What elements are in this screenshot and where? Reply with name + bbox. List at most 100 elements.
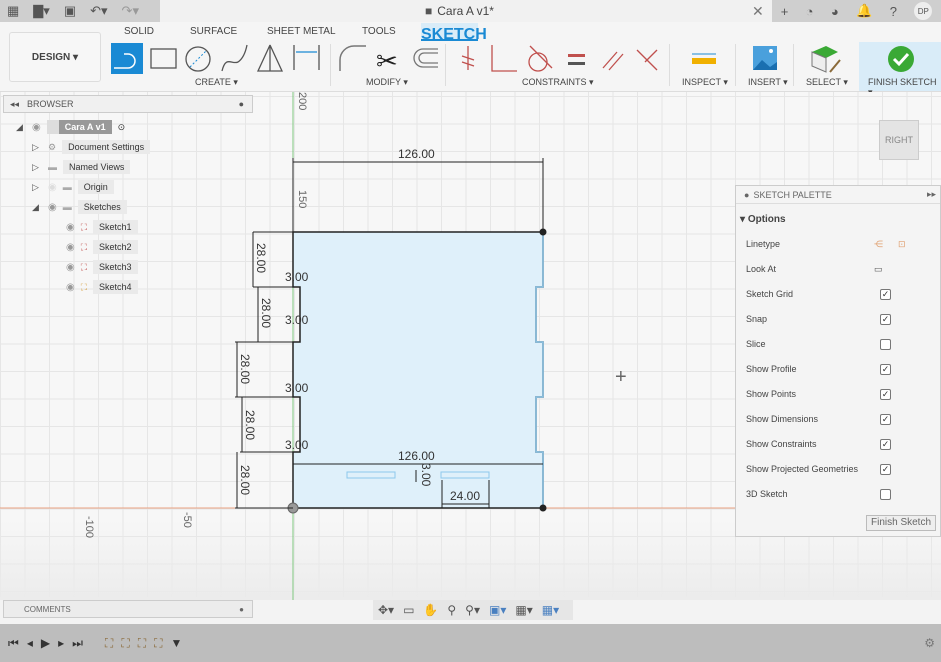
comments-panel[interactable]: COMMENTS ● (3, 600, 253, 618)
linetype-row: Linetype ⋲ ⊡ (746, 237, 936, 251)
option-checkbox[interactable] (880, 488, 891, 500)
grid-settings-icon[interactable]: ▦▾ (515, 603, 532, 617)
palette-header: ● SKETCH PALETTE ▸▸ (736, 186, 940, 204)
expand-icon[interactable]: ▷ (32, 162, 42, 173)
timeline-sketch-icon[interactable]: ⛶ (105, 636, 113, 651)
display-settings-icon[interactable]: ▣▾ (489, 603, 506, 617)
expanded-icon[interactable]: ◢ (16, 122, 26, 133)
option-checkbox[interactable]: ✓ (880, 313, 891, 325)
eye-icon[interactable]: ◉ (66, 282, 75, 293)
ruler-label: -100 (83, 516, 95, 539)
expand-icon[interactable]: ▷ (32, 142, 42, 153)
browser-item-sketch4[interactable]: ◉ ⛶ Sketch4 (66, 279, 138, 295)
construction-line-icon[interactable]: ⋲ (874, 239, 883, 250)
finish-sketch-palette-button[interactable]: Finish Sketch (866, 515, 936, 531)
sketch-point[interactable] (539, 504, 547, 512)
navigation-bar: ✥▾ ▭ ✋ ⚲ ⚲▾ ▣▾ ▦▾ ▦▾ (373, 600, 573, 620)
dimension-notch3[interactable]: 3.00 (285, 381, 308, 395)
dimension-seg4[interactable]: 28.00 (243, 410, 257, 440)
sketch-locked-icon: ⛶ (80, 221, 88, 232)
expand-panel-icon[interactable]: ▸▸ (927, 189, 936, 200)
browser-item-document-settings[interactable]: ▷ ⚙ Document Settings (32, 139, 151, 155)
collapse-icon[interactable]: ◂◂ (10, 99, 19, 110)
pan-icon[interactable]: ✋ (423, 603, 438, 617)
option-row: Show Profile ✓ (746, 362, 936, 376)
view-cube[interactable]: RIGHT (879, 120, 919, 160)
eye-icon[interactable]: ◉ (66, 222, 75, 233)
dimension-slot-width[interactable]: 24.00 (450, 489, 480, 503)
sketch-profile[interactable] (292, 231, 544, 509)
orbit-icon[interactable]: ✥▾ (378, 603, 394, 617)
dimension-seg3[interactable]: 28.00 (238, 354, 252, 384)
fit-icon[interactable]: ⚲▾ (465, 603, 480, 617)
pin-icon[interactable]: ● (744, 190, 749, 200)
option-label: Show Projected Geometries (746, 464, 859, 474)
browser-item-sketch1[interactable]: ◉ ⛶ Sketch1 (66, 219, 138, 235)
option-checkbox[interactable]: ✓ (880, 363, 891, 375)
folder-icon: ▬ (48, 162, 57, 172)
dimension-seg5[interactable]: 28.00 (238, 465, 252, 495)
look-at-icon[interactable]: ▭ (874, 264, 883, 275)
step-forward-icon[interactable]: ▸ (58, 636, 64, 650)
option-checkbox[interactable]: ✓ (880, 463, 891, 475)
gear-icon: ⚙ (48, 141, 57, 152)
dimension-slot-height[interactable]: 3.00 (419, 463, 433, 486)
browser-item-sketch2[interactable]: ◉ ⛶ Sketch2 (66, 239, 138, 255)
dimension-seg2[interactable]: 28.00 (259, 298, 273, 328)
option-checkbox[interactable] (880, 338, 891, 350)
browser-item-origin[interactable]: ▷ ◉ ▬ Origin (32, 179, 114, 195)
dimension-inner-width[interactable]: 126.00 (398, 449, 435, 463)
expanded-icon[interactable]: ◢ (32, 202, 42, 213)
browser-item-named-views[interactable]: ▷ ▬ Named Views (32, 159, 131, 175)
ruler-label: 200 (296, 92, 308, 111)
option-row: Sketch Grid ✓ (746, 287, 936, 301)
go-to-end-icon[interactable]: ⏭ (72, 636, 83, 651)
dimension-seg1[interactable]: 28.00 (254, 243, 268, 273)
option-label: Show Profile (746, 364, 797, 374)
eye-hidden-icon[interactable]: ◉ (48, 182, 57, 193)
item-label: Sketches (77, 200, 127, 214)
go-to-start-icon[interactable]: ⏮ (8, 636, 19, 651)
zoom-icon[interactable]: ⚲ (447, 603, 456, 617)
item-label: Sketch3 (93, 260, 138, 274)
option-checkbox[interactable]: ✓ (880, 413, 891, 425)
option-row: Slice (746, 337, 936, 351)
active-radio-icon[interactable]: ⊙ (118, 122, 126, 133)
look-at-row: Look At ▭ (746, 262, 936, 276)
dimension-notch4[interactable]: 3.00 (285, 438, 308, 452)
options-section[interactable]: ▾ Options (740, 212, 930, 226)
eye-icon[interactable]: ◉ (48, 202, 57, 213)
section-label: Options (747, 213, 786, 225)
browser-root[interactable]: ◢ ◉ Cara A v1 ⊙ (16, 119, 125, 135)
look-at-icon[interactable]: ▭ (403, 603, 414, 617)
eye-icon[interactable]: ◉ (66, 262, 75, 273)
browser-item-sketches[interactable]: ◢ ◉ ▬ Sketches (32, 199, 127, 215)
dimension-notch2[interactable]: 3.00 (285, 313, 308, 327)
centerline-icon[interactable]: ⊡ (898, 239, 906, 250)
add-comment-icon[interactable]: ● (239, 605, 244, 614)
browser-item-sketch3[interactable]: ◉ ⛶ Sketch3 (66, 259, 138, 275)
eye-icon[interactable]: ◉ (32, 122, 41, 133)
browser-panel-header[interactable]: ◂◂ BROWSER ● (3, 95, 253, 113)
dimension-top-width[interactable]: 126.00 (398, 147, 435, 161)
option-checkbox[interactable]: ✓ (880, 388, 891, 400)
play-icon[interactable]: ▶ (41, 636, 50, 650)
settings-gear-icon[interactable]: ⚙ (924, 636, 935, 650)
option-checkbox[interactable]: ✓ (880, 288, 891, 300)
row-label: Linetype (746, 239, 781, 249)
timeline-sketch-icon[interactable]: ⛶ (138, 636, 146, 651)
option-checkbox[interactable]: ✓ (880, 438, 891, 450)
timeline-sketch-icon[interactable]: ⛶ (154, 636, 162, 651)
option-row: Show Points ✓ (746, 387, 936, 401)
timeline-sketch-icon[interactable]: ⛶ (121, 636, 129, 651)
dimension-notch1[interactable]: 3.00 (285, 270, 308, 284)
eye-icon[interactable]: ◉ (66, 242, 75, 253)
pin-icon[interactable]: ● (239, 99, 244, 109)
option-label: Slice (746, 339, 766, 349)
palette-title: SKETCH PALETTE (753, 189, 832, 200)
option-row: Show Constraints ✓ (746, 437, 936, 451)
viewports-icon[interactable]: ▦▾ (542, 603, 559, 617)
timeline-marker[interactable]: ▼ (171, 636, 183, 650)
expand-icon[interactable]: ▷ (32, 182, 42, 193)
step-back-icon[interactable]: ◂ (27, 636, 33, 650)
